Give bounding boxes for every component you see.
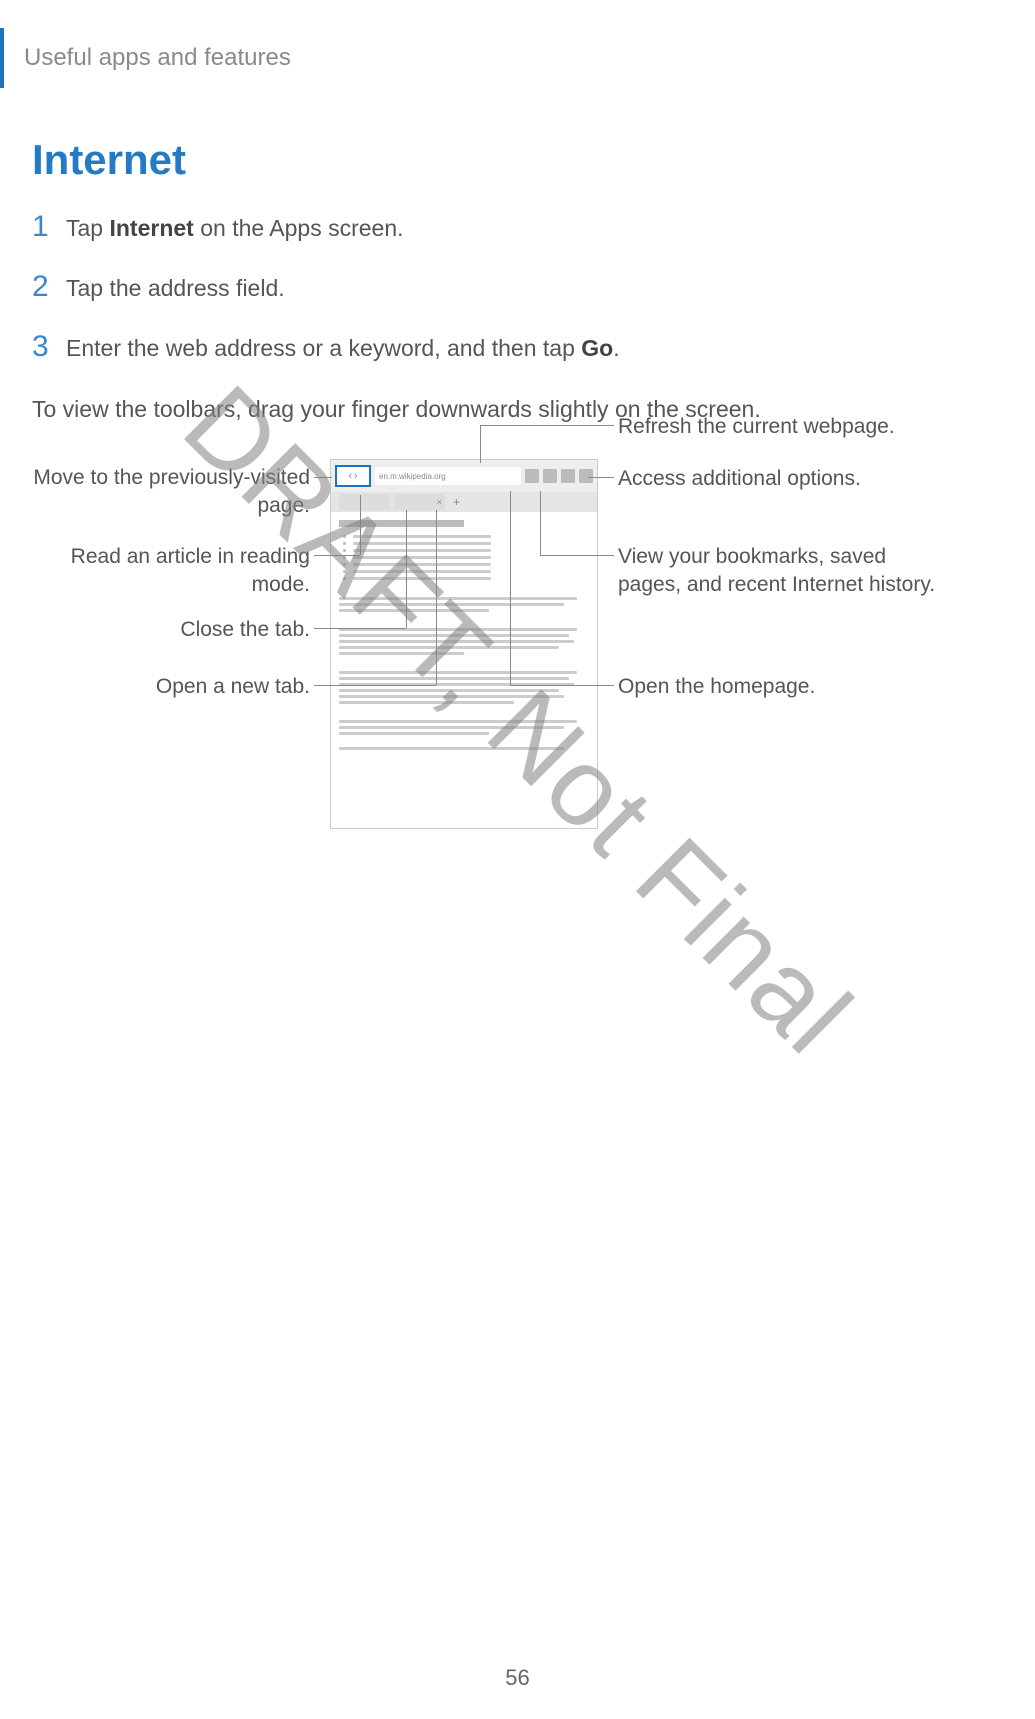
steps-list: Tap Internet on the Apps screen. Tap the… (32, 212, 1003, 365)
home-icon[interactable] (543, 469, 557, 483)
phone-screenshot: ‹ › en.m.wikipedia.org × + (330, 459, 598, 829)
nav-buttons[interactable]: ‹ › (335, 465, 371, 487)
step-1: Tap Internet on the Apps screen. (32, 212, 1003, 244)
back-icon[interactable]: ‹ (348, 471, 352, 482)
step-3: Enter the web address or a keyword, and … (32, 332, 1003, 364)
callout-refresh: Refresh the current webpage. (618, 413, 998, 441)
page-title: Internet (32, 136, 1035, 184)
page-content (331, 512, 597, 761)
new-tab-button[interactable]: + (449, 495, 460, 509)
step-3-text-a: Enter the web address or a keyword, and … (66, 335, 581, 361)
page-number: 56 (0, 1665, 1035, 1691)
url-text: en.m.wikipedia.org (379, 472, 446, 481)
refresh-icon[interactable] (525, 469, 539, 483)
step-1-text-a: Tap (66, 215, 109, 241)
options-icon[interactable] (579, 469, 593, 483)
browser-toolbar: ‹ › en.m.wikipedia.org (331, 460, 597, 492)
step-1-bold: Internet (109, 215, 193, 241)
figure: Move to the previously-visited page. Rea… (0, 395, 1035, 915)
step-1-text-c: on the Apps screen. (194, 215, 404, 241)
bookmarks-icon[interactable] (561, 469, 575, 483)
callout-close: Close the tab. (150, 616, 310, 644)
section-header: Useful apps and features (0, 28, 1035, 88)
callout-reader: Read an article in reading mode. (60, 543, 310, 600)
callout-home: Open the homepage. (618, 673, 938, 701)
step-2: Tap the address field. (32, 272, 1003, 304)
callout-options: Access additional options. (618, 465, 998, 493)
forward-icon[interactable]: › (354, 471, 358, 482)
url-bar[interactable]: en.m.wikipedia.org (375, 467, 521, 485)
callout-newtab: Open a new tab. (120, 673, 310, 701)
callout-bookmarks: View your bookmarks, saved pages, and re… (618, 543, 938, 600)
step-3-bold: Go (581, 335, 613, 361)
close-icon[interactable]: × (437, 497, 442, 507)
section-header-text: Useful apps and features (24, 44, 291, 72)
step-3-text-c: . (613, 335, 619, 361)
tab-reader[interactable] (339, 494, 390, 510)
callout-nav: Move to the previously-visited page. (20, 464, 310, 521)
tab-active[interactable]: × (394, 494, 445, 510)
step-2-text: Tap the address field. (66, 275, 285, 301)
tabs-bar: × + (331, 492, 597, 512)
